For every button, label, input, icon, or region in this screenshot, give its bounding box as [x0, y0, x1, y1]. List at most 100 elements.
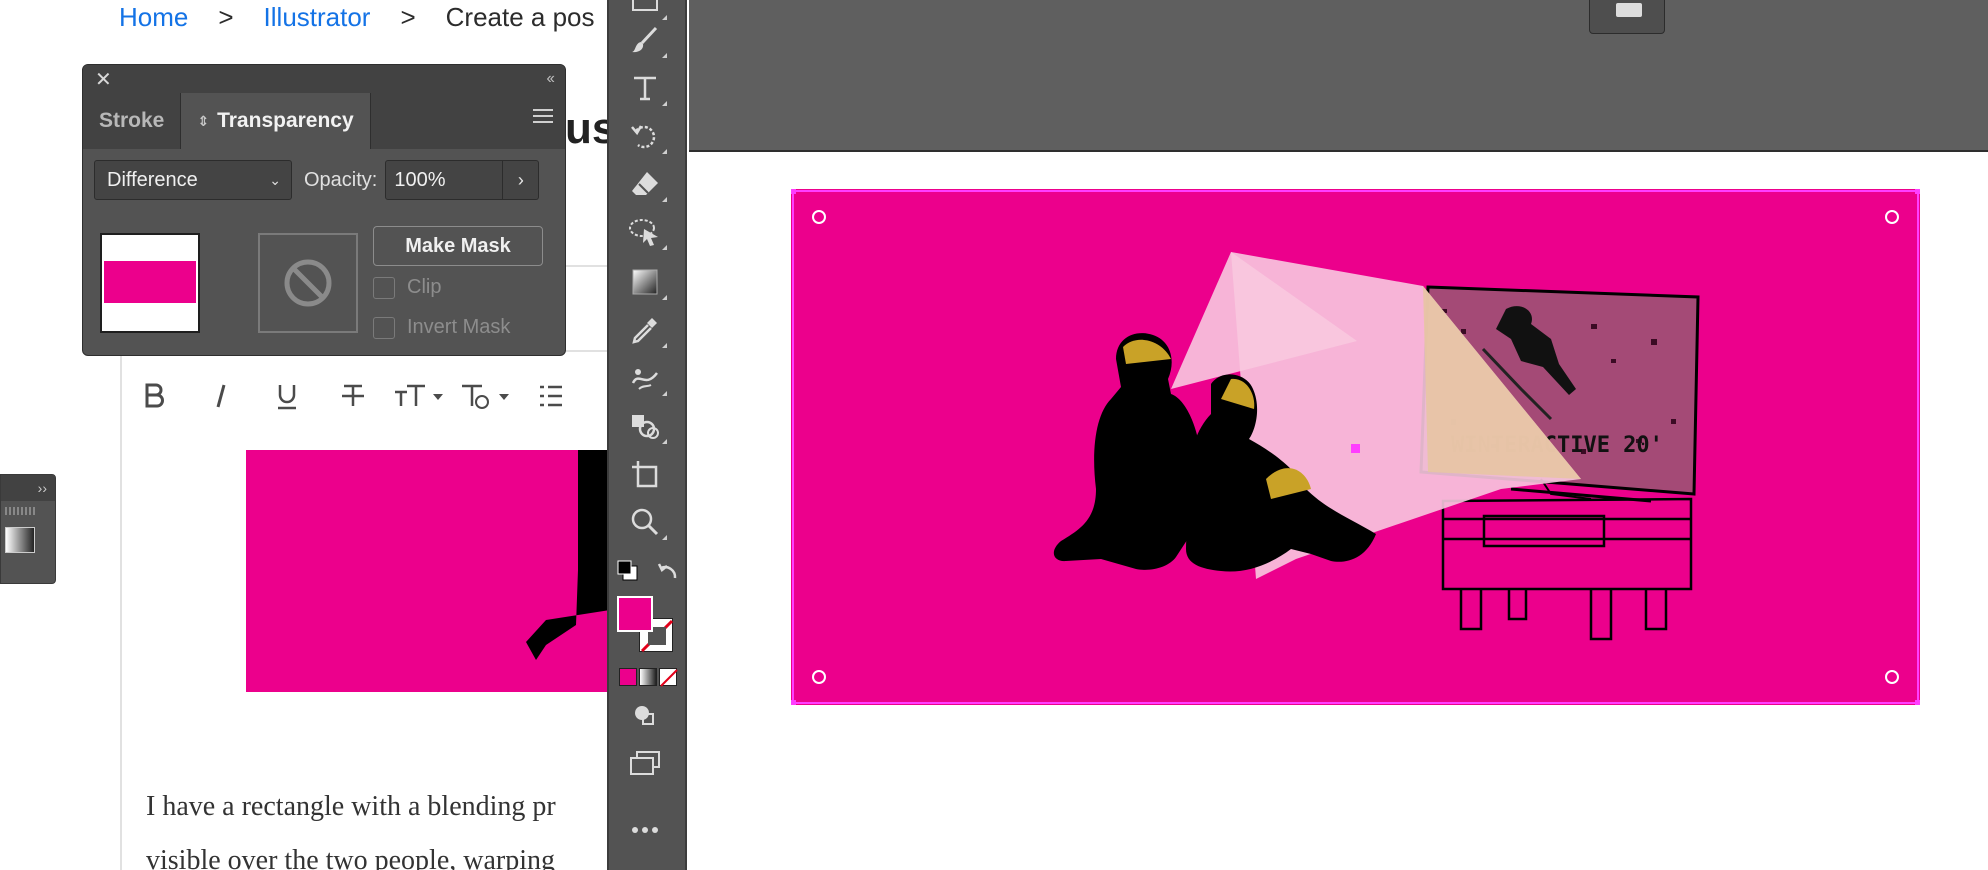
italic-button[interactable] [188, 368, 254, 424]
checkbox-icon [373, 276, 395, 299]
breadcrumb-current: Create a pos [445, 1, 595, 32]
expand-icon[interactable]: ›› [1, 475, 55, 501]
default-colors-icon[interactable] [617, 560, 639, 582]
chevron-right-icon[interactable]: › [503, 160, 540, 200]
breadcrumb-home-link[interactable]: Home [119, 2, 188, 33]
no-mask-icon [284, 259, 332, 307]
color-mode-buttons [619, 668, 678, 687]
invert-mask-checkbox[interactable]: Invert Mask [373, 316, 510, 339]
italic-icon [216, 384, 226, 408]
invert-mask-label: Invert Mask [407, 316, 511, 338]
more-icon [632, 827, 658, 833]
eraser-tool[interactable] [623, 164, 667, 204]
panel-header[interactable]: ✕ ‹‹ [83, 65, 565, 93]
rectangle-tool[interactable] [623, 0, 667, 22]
lasso-select-tool[interactable] [623, 212, 667, 252]
more-tools-button[interactable] [623, 810, 667, 850]
tab-label: Stroke [99, 109, 165, 132]
editor-toolbar [122, 368, 610, 424]
opacity-input[interactable]: 100% [385, 160, 504, 200]
paintbrush-tool[interactable] [623, 20, 667, 60]
artboard-tool[interactable] [623, 454, 667, 494]
color-mode-button[interactable] [619, 668, 637, 686]
breadcrumb-separator: > [218, 1, 234, 32]
canvas-pasteboard [689, 0, 1988, 152]
object-thumbnail[interactable] [100, 233, 200, 333]
breadcrumb-illustrator-link[interactable]: Illustrator [264, 2, 371, 33]
collapse-icon[interactable]: ‹‹ [546, 70, 555, 88]
zoom-icon [631, 508, 659, 536]
blend-opacity-row: Difference ⌄ Opacity: 100% › [94, 160, 554, 200]
list-button[interactable] [518, 368, 584, 424]
bold-icon [145, 383, 164, 408]
gradient-mode-button[interactable] [639, 668, 657, 686]
fill-stroke-swatches[interactable] [617, 596, 677, 656]
lasso-icon [629, 219, 658, 246]
none-mode-button[interactable] [659, 668, 678, 687]
text-style-button[interactable] [452, 368, 518, 424]
clip-checkbox[interactable]: Clip [373, 276, 441, 299]
swap-colors-icon[interactable] [657, 560, 681, 584]
panel-menu-icon[interactable] [533, 109, 553, 125]
clip-label: Clip [407, 276, 442, 298]
opacity-label: Opacity: [304, 168, 378, 191]
breadcrumb: Home > Illustrator > Create a pos [119, 0, 595, 34]
text-style-icon [462, 384, 509, 409]
text-size-icon [395, 384, 443, 406]
artwork[interactable]: WINTERACTIVE 20' [788, 186, 1923, 708]
post-text-line: visible over the two people, warping [146, 845, 556, 870]
eyedropper-tool[interactable] [623, 310, 667, 350]
post-text-line: I have a rectangle with a blending pr [146, 791, 556, 822]
rectangle-icon [632, 0, 658, 11]
screen-mode-icon [630, 751, 660, 775]
gradient-swatch-icon[interactable] [5, 527, 35, 553]
type-icon [634, 76, 656, 101]
transparency-panel: ✕ ‹‹ Stroke ⇕ Transparency Difference ⌄ … [82, 64, 566, 356]
navigator-thumbnail[interactable] [1589, 0, 1665, 34]
collapsed-panel[interactable]: ›› [0, 474, 56, 584]
bold-button[interactable] [122, 368, 188, 424]
strikethrough-button[interactable] [320, 368, 386, 424]
mask-thumbnail[interactable] [258, 233, 358, 333]
paintbrush-icon [632, 26, 658, 53]
rotate-icon [631, 125, 656, 149]
blend-mode-value: Difference [107, 168, 198, 191]
tab-stroke[interactable]: Stroke [83, 93, 180, 149]
draw-mode-icon [635, 706, 654, 725]
shape-builder-tool[interactable] [623, 406, 667, 446]
post-body: I have a rectangle with a blending pr vi… [146, 780, 616, 870]
eyedropper-icon [632, 318, 657, 344]
type-tool[interactable] [623, 68, 667, 108]
strikethrough-icon [342, 384, 364, 406]
artwork-illustration: WINTERACTIVE 20' [788, 186, 1923, 708]
tab-label: Transparency [217, 109, 354, 132]
eraser-icon [632, 172, 658, 195]
fill-swatch[interactable] [617, 596, 653, 632]
blend-mode-select[interactable]: Difference ⌄ [94, 160, 292, 200]
embedded-image [246, 450, 610, 692]
checkbox-icon [373, 316, 395, 339]
text-size-button[interactable] [386, 368, 452, 424]
puppet-warp-icon [631, 369, 658, 390]
silhouette-fragment [526, 450, 610, 660]
artboard-icon [632, 461, 658, 488]
zoom-tool[interactable] [623, 502, 667, 542]
shape-builder-icon [632, 415, 659, 439]
close-icon[interactable]: ✕ [95, 67, 112, 92]
chevron-down-icon: ⌄ [269, 171, 281, 188]
thumbnail-fill [104, 261, 196, 303]
gradient-icon [632, 269, 658, 295]
rotate-tool[interactable] [623, 116, 667, 156]
grip-icon[interactable] [5, 507, 35, 515]
make-mask-button[interactable]: Make Mask [373, 226, 543, 266]
gradient-tool[interactable] [623, 262, 667, 302]
breadcrumb-separator: > [400, 1, 416, 32]
underline-icon [278, 385, 296, 410]
underline-button[interactable] [254, 368, 320, 424]
screen-mode-tool[interactable] [623, 744, 667, 784]
panel-tabs: Stroke ⇕ Transparency [83, 93, 565, 149]
tab-transparency[interactable]: ⇕ Transparency [180, 93, 371, 149]
tools-panel [607, 0, 687, 870]
puppet-warp-tool[interactable] [623, 358, 667, 398]
draw-mode-tool[interactable] [623, 696, 667, 736]
